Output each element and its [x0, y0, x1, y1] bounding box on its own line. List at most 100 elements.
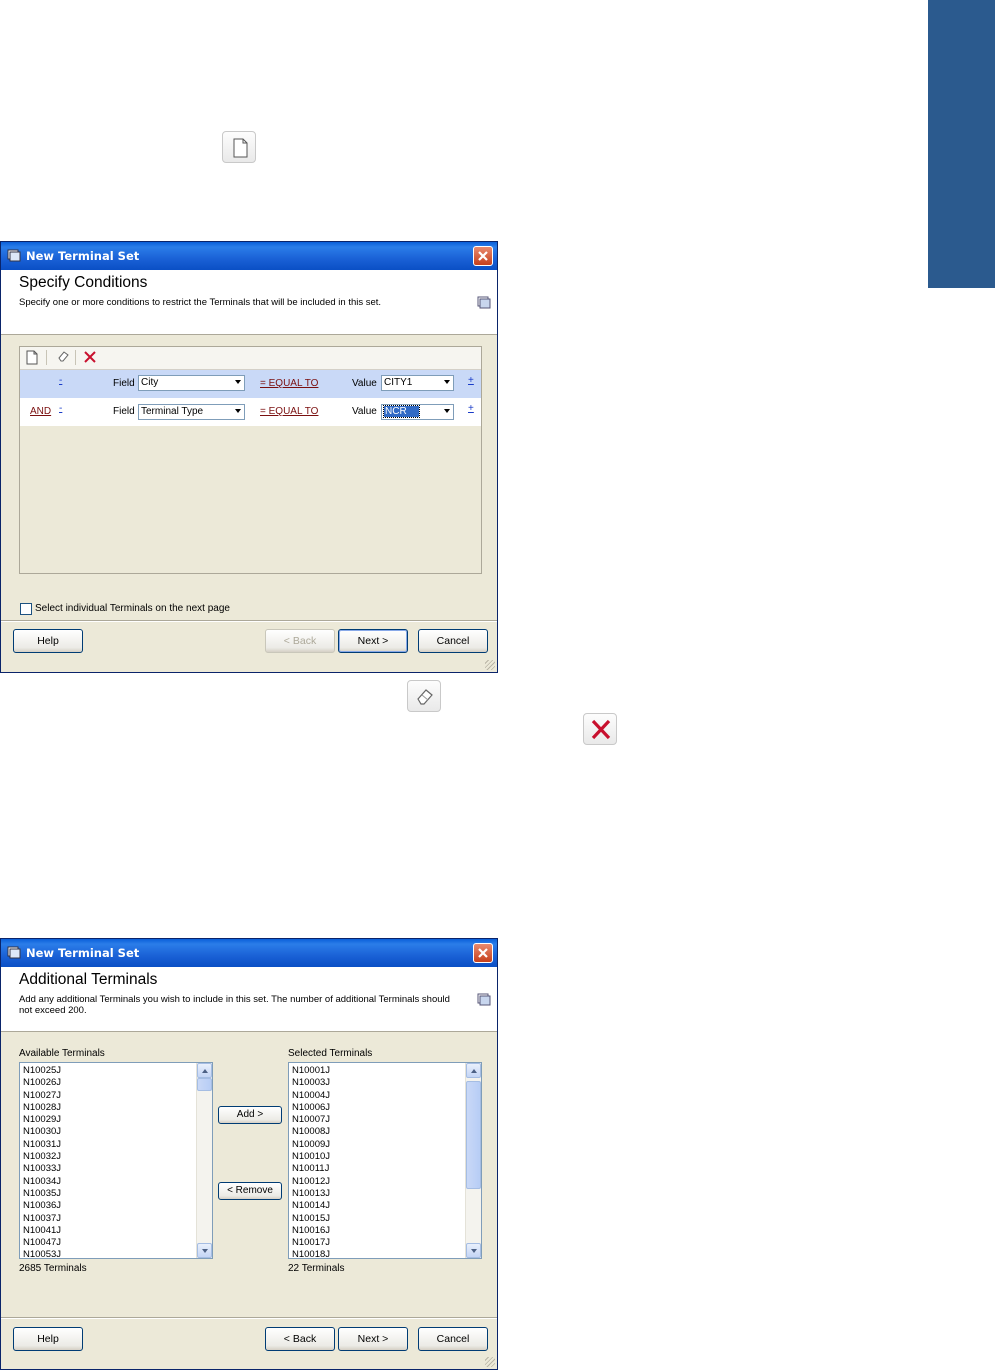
scroll-up-icon[interactable]	[466, 1063, 481, 1078]
scroll-thumb[interactable]	[197, 1078, 212, 1091]
list-item[interactable]: N10041J	[23, 1225, 61, 1237]
toolbar-divider	[46, 350, 47, 365]
page-description: Specify one or more conditions to restri…	[19, 297, 382, 308]
scrollbar[interactable]	[196, 1063, 212, 1258]
help-button[interactable]: Help	[13, 629, 83, 653]
list-item[interactable]: N10006J	[292, 1102, 330, 1114]
wizard-icon	[477, 296, 491, 313]
list-item[interactable]: N10018J	[292, 1249, 330, 1258]
list-item[interactable]: N10004J	[292, 1090, 330, 1102]
new-terminal-set-dialog-conditions: New Terminal Set Specify Conditions Spec…	[0, 241, 498, 673]
operator-link[interactable]: = EQUAL TO	[260, 406, 318, 417]
list-item[interactable]: N10001J	[292, 1065, 330, 1077]
condition-row[interactable]: - Field City = EQUAL TO Value CITY1 +	[20, 370, 481, 398]
list-item[interactable]: N10027J	[23, 1090, 61, 1102]
page-title: Additional Terminals	[19, 971, 158, 988]
select-individual-checkbox[interactable]	[20, 603, 32, 615]
list-item[interactable]: N10035J	[23, 1188, 61, 1200]
list-item[interactable]: N10030J	[23, 1126, 61, 1138]
available-items: N10025J N10026J N10027J N10028J N10029J N1003…	[23, 1065, 61, 1258]
cancel-button[interactable]: Cancel	[418, 1327, 488, 1351]
available-terminals-label: Available Terminals	[19, 1048, 105, 1059]
list-item[interactable]: N10017J	[292, 1237, 330, 1249]
scroll-up-icon[interactable]	[197, 1063, 212, 1078]
list-item[interactable]: N10031J	[23, 1139, 61, 1151]
list-item[interactable]: N10009J	[292, 1139, 330, 1151]
selected-terminals-list[interactable]: N10001J N10003J N10004J N10006J N10007J N1000…	[288, 1062, 482, 1259]
title-bar[interactable]: New Terminal Set	[1, 939, 497, 967]
new-document-icon	[222, 131, 256, 163]
add-condition-link[interactable]: +	[468, 375, 474, 386]
close-icon[interactable]	[473, 943, 493, 963]
remove-condition-link[interactable]: -	[59, 375, 62, 386]
scroll-down-icon[interactable]	[197, 1243, 212, 1258]
value-label: Value	[352, 378, 377, 389]
add-condition-link[interactable]: +	[468, 403, 474, 414]
wizard-header: Specify Conditions Specify one or more c…	[1, 270, 497, 335]
field-select[interactable]: City	[138, 375, 245, 391]
list-item[interactable]: N10047J	[23, 1237, 61, 1249]
list-item[interactable]: N10013J	[292, 1188, 330, 1200]
list-item[interactable]: N10034J	[23, 1176, 61, 1188]
value-select[interactable]: CITY1	[381, 375, 454, 391]
available-terminals-list[interactable]: N10025J N10026J N10027J N10028J N10029J N1003…	[19, 1062, 213, 1259]
list-item[interactable]: N10032J	[23, 1151, 61, 1163]
list-item[interactable]: N10010J	[292, 1151, 330, 1163]
cancel-button[interactable]: Cancel	[418, 629, 488, 653]
selected-items: N10001J N10003J N10004J N10006J N10007J N1000…	[292, 1065, 330, 1258]
chevron-down-icon	[235, 409, 241, 413]
list-item[interactable]: N10015J	[292, 1213, 330, 1225]
eraser-icon[interactable]	[56, 349, 70, 366]
conditions-toolbar	[20, 347, 481, 370]
field-select-value: Terminal Type	[141, 406, 204, 417]
list-item[interactable]: N10026J	[23, 1077, 61, 1089]
chevron-down-icon	[235, 380, 241, 384]
list-item[interactable]: N10053J	[23, 1249, 61, 1258]
new-terminal-set-dialog-additional: New Terminal Set Additional Terminals Ad…	[0, 938, 498, 1370]
list-item[interactable]: N10011J	[292, 1163, 330, 1175]
list-item[interactable]: N10037J	[23, 1213, 61, 1225]
new-condition-icon[interactable]	[25, 350, 39, 368]
next-button[interactable]: Next >	[338, 629, 408, 653]
list-item[interactable]: N10008J	[292, 1126, 330, 1138]
next-button[interactable]: Next >	[338, 1327, 408, 1351]
help-button[interactable]: Help	[13, 1327, 83, 1351]
add-button[interactable]: Add >	[218, 1106, 282, 1124]
conditions-panel: - Field City = EQUAL TO Value CITY1 + AN…	[19, 346, 482, 574]
back-button[interactable]: < Back	[265, 629, 335, 653]
back-button[interactable]: < Back	[265, 1327, 335, 1351]
list-item[interactable]: N10036J	[23, 1200, 61, 1212]
condition-row[interactable]: AND - Field Terminal Type = EQUAL TO Val…	[20, 398, 481, 426]
list-item[interactable]: N10028J	[23, 1102, 61, 1114]
scroll-down-icon[interactable]	[466, 1243, 481, 1258]
remove-button[interactable]: < Remove	[218, 1182, 282, 1200]
list-item[interactable]: N10014J	[292, 1200, 330, 1212]
remove-condition-link[interactable]: -	[59, 403, 62, 414]
value-label: Value	[352, 406, 377, 417]
field-select-value: City	[141, 377, 159, 388]
toolbar-divider	[75, 350, 76, 365]
list-item[interactable]: N10033J	[23, 1163, 61, 1175]
list-item[interactable]: N10025J	[23, 1065, 61, 1077]
close-icon[interactable]	[473, 246, 493, 266]
list-item[interactable]: N10029J	[23, 1114, 61, 1126]
scroll-thumb[interactable]	[466, 1081, 481, 1189]
operator-link[interactable]: = EQUAL TO	[260, 378, 318, 389]
value-select-value: CITY1	[384, 377, 413, 388]
selected-count: 22 Terminals	[288, 1263, 345, 1274]
scrollbar[interactable]	[465, 1063, 481, 1258]
connector-link[interactable]: AND	[30, 406, 51, 417]
title-bar[interactable]: New Terminal Set	[1, 242, 497, 270]
list-item[interactable]: N10003J	[292, 1077, 330, 1089]
value-select[interactable]: NCR	[381, 404, 454, 420]
page-description: Add any additional Terminals you wish to…	[19, 994, 450, 1016]
footer-divider	[1, 1317, 497, 1319]
list-item[interactable]: N10012J	[292, 1176, 330, 1188]
list-item[interactable]: N10007J	[292, 1114, 330, 1126]
wizard-header: Additional Terminals Add any additional …	[1, 967, 497, 1032]
resize-grip[interactable]	[485, 660, 495, 670]
delete-icon[interactable]	[83, 350, 97, 367]
list-item[interactable]: N10016J	[292, 1225, 330, 1237]
field-select[interactable]: Terminal Type	[138, 404, 245, 420]
resize-grip[interactable]	[485, 1357, 495, 1367]
